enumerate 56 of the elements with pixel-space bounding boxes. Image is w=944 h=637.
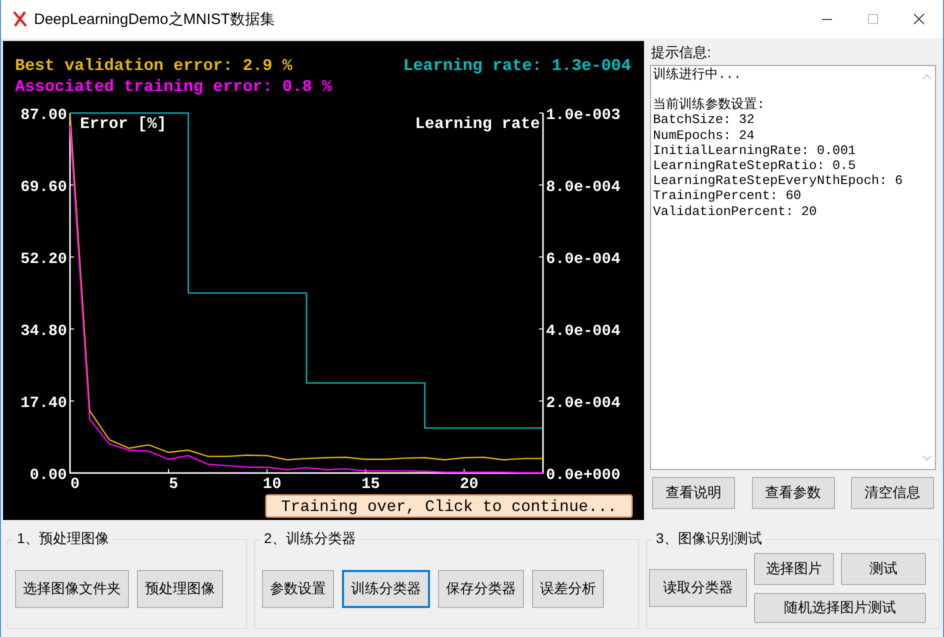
group-title: 2、训练分类器 — [261, 530, 359, 548]
action-button[interactable]: 预处理图像 — [137, 570, 223, 608]
action-button[interactable]: 训练分类器 — [342, 570, 430, 608]
info-line: InitialLearningRate: 0.001 — [653, 142, 857, 158]
info-button[interactable]: 查看参数 — [752, 477, 834, 509]
info-line: TrainingPercent: 60 — [653, 188, 802, 204]
action-button[interactable]: 读取分类器 — [649, 569, 747, 607]
x-tick-label: 15 — [361, 475, 380, 493]
y-tick-label: 34.80 — [20, 322, 67, 340]
action-button[interactable]: 选择图片 — [754, 553, 834, 585]
continue-button[interactable]: Training over, Click to continue... — [265, 494, 633, 518]
y2-tick-label: 6.0e-004 — [546, 250, 620, 268]
info-label: 提示信息: — [651, 44, 712, 62]
info-line: BatchSize: 32 — [653, 112, 756, 128]
y2-tick-label: 4.0e-004 — [546, 322, 620, 340]
info-line: NumEpochs: 24 — [653, 128, 756, 143]
y2-tick-label: 0.0e+000 — [546, 466, 620, 484]
x-tick-label: 10 — [262, 475, 282, 493]
learning-rate-axis-title: Learning rate — [415, 115, 540, 133]
action-button[interactable]: 测试 — [841, 553, 926, 585]
training-error-text: Associated training error: 0.8 % — [15, 77, 332, 96]
scroll-down-icon[interactable] — [922, 455, 932, 461]
y2-tick-label: 1.0e-003 — [546, 106, 620, 124]
maximize-icon — [867, 13, 879, 25]
action-button[interactable]: 选择图像文件夹 — [15, 570, 129, 608]
app-icon — [12, 11, 28, 27]
best-validation-text: Best validation error: 2.9 % — [15, 56, 292, 75]
info-line: 当前训练参数设置: — [653, 97, 766, 112]
action-button[interactable]: 参数设置 — [262, 570, 334, 608]
group-title: 1、预处理图像 — [14, 530, 112, 548]
action-button[interactable]: 误差分析 — [532, 570, 604, 608]
info-text-area[interactable]: 训练进行中... 当前训练参数设置: BatchSize: 32 NumEpochs: 24 InitialLearningRate: 0.001 LearningRateStepRatio: 0.5 LearningRateStepEveryNthEpoch: 6 TrainingPercent: 60 ValidationPercent: 20 — [650, 65, 936, 470]
x-tick-label: 0 — [70, 475, 80, 493]
group-title: 3、图像识别测试 — [653, 530, 765, 548]
y2-tick-label: 8.0e-004 — [546, 178, 620, 196]
y-tick-label: 17.40 — [20, 394, 67, 412]
y-tick-label: 69.60 — [20, 178, 67, 196]
x-tick-label: 20 — [460, 475, 478, 493]
y-tick-label: 0.00 — [30, 466, 67, 484]
x-tick-label: 5 — [168, 475, 178, 493]
error-axis-title: Error [%] — [80, 115, 166, 133]
y-tick-label: 52.20 — [20, 250, 67, 268]
info-button[interactable]: 查看说明 — [652, 477, 735, 509]
info-line: LearningRateStepRatio: 0.5 — [653, 158, 857, 174]
info-line: ValidationPercent: 20 — [653, 204, 818, 219]
y2-tick-label: 2.0e-004 — [546, 394, 620, 412]
y-tick-label: 87.00 — [20, 106, 67, 124]
close-icon[interactable] — [913, 13, 925, 25]
action-button[interactable]: 保存分类器 — [438, 570, 524, 608]
learning-rate-text: Learning rate: 1.3e-004 — [403, 56, 631, 75]
action-button[interactable]: 随机选择图片测试 — [754, 593, 926, 623]
info-button[interactable]: 清空信息 — [851, 477, 934, 509]
info-line: 训练进行中... — [653, 67, 742, 82]
scroll-up-icon[interactable] — [922, 74, 932, 80]
info-line: LearningRateStepEveryNthEpoch: 6 — [653, 173, 904, 188]
window-title: DeepLearningDemo之MNIST数据集 — [34, 10, 275, 28]
